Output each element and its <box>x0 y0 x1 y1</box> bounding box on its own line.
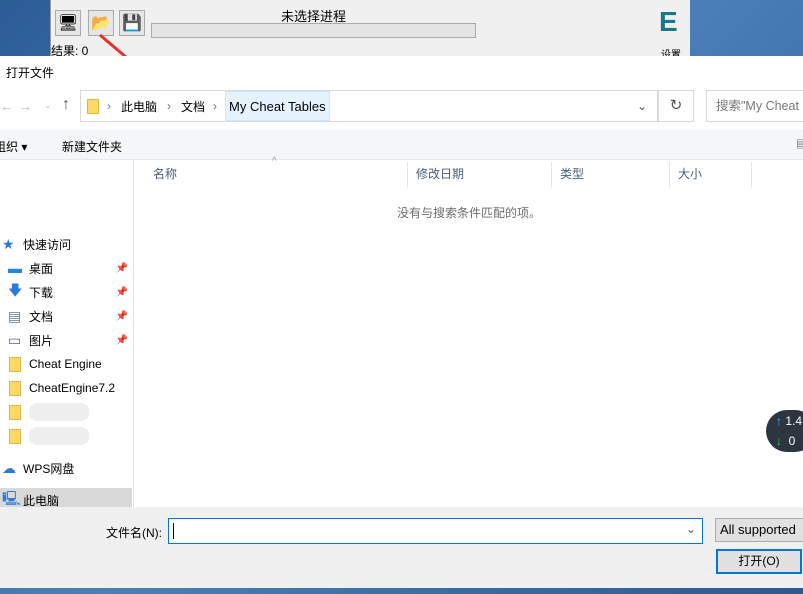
blurred-label <box>29 427 89 445</box>
pin-icon[interactable]: 📌 <box>116 263 128 274</box>
blurred-label <box>29 403 89 421</box>
sidebar-item-label: 桌面 <box>29 261 54 276</box>
folder-icon <box>9 356 21 372</box>
column-name[interactable]: 名称 <box>145 162 408 188</box>
toolbar: 组织 ▾ 新建文件夹 ▤ <box>0 130 803 160</box>
sidebar-item-label: 下载 <box>29 285 54 300</box>
dialog-title: 打开文件 <box>6 66 55 80</box>
desktop-icon: ▬ <box>8 260 22 276</box>
settings-label[interactable]: 设置 <box>661 46 681 56</box>
select-process-button[interactable]: 🖥 <box>55 10 81 36</box>
folder-icon <box>9 380 21 396</box>
sidebar-item[interactable]: ☁ WPS网盘 <box>0 456 132 480</box>
sidebar-item-label: 文档 <box>29 309 54 324</box>
breadcrumb-current[interactable]: My Cheat Tables <box>225 91 330 121</box>
pin-icon[interactable]: 📌 <box>116 311 128 322</box>
sidebar-item[interactable] <box>0 424 132 448</box>
chevron-down-icon[interactable]: ⌄ <box>686 522 696 536</box>
sidebar-item[interactable]: ★ 快速访问 <box>0 232 132 256</box>
view-options-icon[interactable]: ▤ <box>796 136 803 150</box>
new-folder-button[interactable]: 新建文件夹 <box>62 138 122 155</box>
file-type-select[interactable]: All supported <box>715 518 803 542</box>
empty-message: 没有与搜索条件匹配的项。 <box>396 206 541 220</box>
open-file-dialog: 打开文件 ← → ⌄ ↑ › 此电脑 › 文档 › My Cheat Table… <box>0 56 803 588</box>
cloud-icon: ☁ <box>2 459 16 476</box>
filename-label: 文件名(N): <box>106 526 162 540</box>
network-speed-widget[interactable]: ↑ 1.4 ↓ 0 <box>766 410 803 452</box>
recent-dropdown[interactable]: ⌄ <box>44 100 52 111</box>
sidebar-item[interactable]: ▬ 桌面 📌 <box>0 256 132 280</box>
open-button[interactable]: 打开(O) <box>716 549 802 574</box>
folder-icon <box>9 428 21 444</box>
download-icon: 🡇 <box>8 282 23 298</box>
sidebar-item-label: 图片 <box>29 333 54 348</box>
sidebar-item[interactable] <box>0 400 132 424</box>
address-bar[interactable]: › 此电脑 › 文档 › My Cheat Tables ⌄ <box>80 90 658 122</box>
sidebar-item[interactable]: ▭ 图片 📌 <box>0 328 132 352</box>
progress-bar <box>151 23 476 38</box>
download-arrow-icon: ↓ <box>776 434 782 448</box>
document-icon: ▤ <box>8 307 22 324</box>
forward-button[interactable]: → <box>18 98 32 114</box>
filename-input[interactable]: ⌄ <box>168 518 703 544</box>
sidebar-item[interactable]: CheatEngine7.2 <box>0 376 132 400</box>
sidebar-item-label: Cheat Engine <box>29 357 102 371</box>
sidebar-item-label: WPS网盘 <box>23 461 75 476</box>
column-size[interactable]: 大小 <box>670 162 752 188</box>
sidebar-item[interactable]: 🡇 下载 📌 <box>0 280 132 304</box>
up-button[interactable]: ↑ <box>62 96 70 114</box>
sidebar-item-label: CheatEngine7.2 <box>29 381 116 395</box>
sidebar-item[interactable]: ▤ 文档 📌 <box>0 304 132 328</box>
bottom-panel: 文件名(N): ⌄ All supported 打开(O) <box>0 507 803 588</box>
sidebar-item[interactable]: Cheat Engine <box>0 352 132 376</box>
organize-button[interactable]: 组织 ▾ <box>0 138 27 155</box>
breadcrumb-this-pc[interactable]: 此电脑 <box>121 98 157 115</box>
pin-icon[interactable]: 📌 <box>116 335 128 346</box>
sidebar-item-label: 快速访问 <box>23 237 72 252</box>
column-type[interactable]: 类型 <box>552 162 670 188</box>
breadcrumb-documents[interactable]: 文档 <box>181 98 205 115</box>
chevron-down-icon[interactable]: ⌄ <box>637 99 647 113</box>
back-button[interactable]: ← <box>0 98 14 114</box>
pin-icon[interactable]: 📌 <box>116 287 128 298</box>
sidebar-item-label: 此电脑 <box>23 493 60 508</box>
monitor-icon: 🖥 <box>57 15 79 32</box>
search-input[interactable]: 搜索"My Cheat <box>706 90 803 122</box>
ce-logo-icon[interactable]: E <box>659 6 678 38</box>
folder-icon <box>87 98 99 114</box>
refresh-button[interactable]: ↻ <box>658 90 694 122</box>
star-icon: ★ <box>2 235 15 252</box>
column-date-modified[interactable]: 修改日期 <box>408 162 552 188</box>
picture-icon: ▭ <box>8 331 22 348</box>
upload-arrow-icon: ↑ <box>776 414 782 428</box>
folder-icon <box>9 404 21 420</box>
